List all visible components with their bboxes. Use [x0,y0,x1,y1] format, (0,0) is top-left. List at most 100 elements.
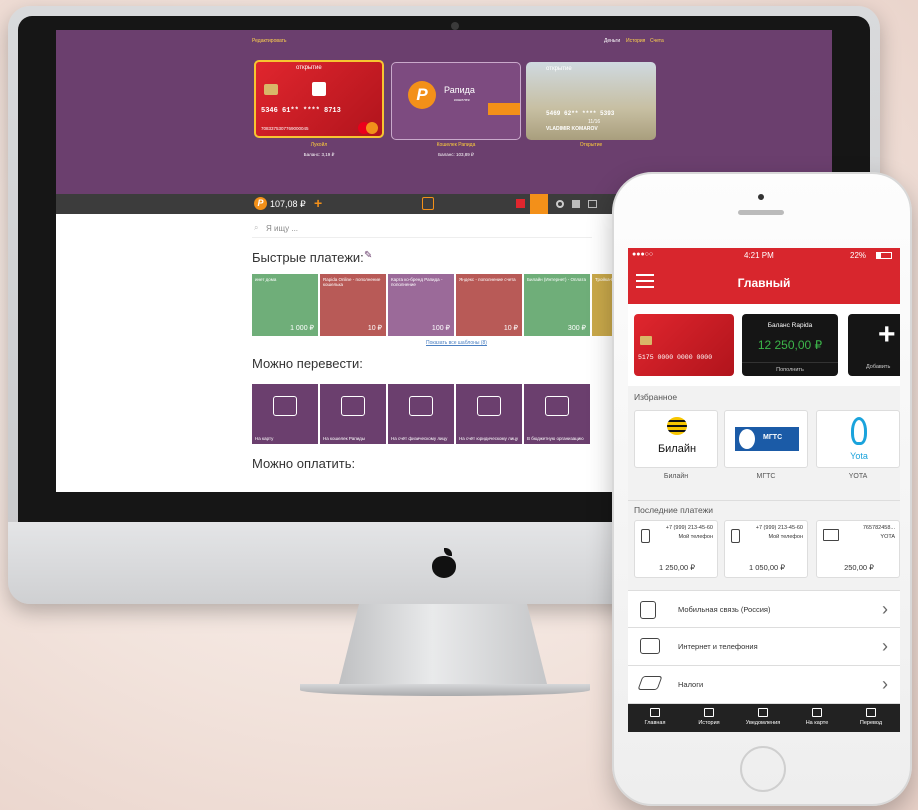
users-icon[interactable] [572,200,580,208]
card-balance: Баланс: 103,89 ₽ [438,152,474,157]
tile-amount: 100 ₽ [431,325,450,332]
tile-label: Яндекс - пополнение счета [459,277,516,282]
rapida-balance-card[interactable]: Баланс Rapida 12 250,00 ₽ Пополнить [742,314,838,376]
rapida-amount: 12 250,00 ₽ [757,338,823,352]
add-card-button[interactable]: + Добавить [848,314,900,376]
settings-icon[interactable] [556,200,564,208]
desktop-view-icon[interactable] [530,194,548,214]
favorite-mgts[interactable]: МГТС [724,410,808,468]
payment-phone: 765782458... [862,525,895,531]
transfer-to-wallet[interactable]: На кошелек Рапиды [320,384,386,444]
phone-icon [641,529,650,543]
category-label: Налоги [678,680,704,689]
phone-screen: ●●●○○ 4:21 PM 22% Главный 5175 0000 0000… [628,248,900,732]
tile-label: Rapida Online - пополнение кошелька [323,277,381,287]
edit-pencil-icon[interactable]: ✎ [364,250,372,261]
card-otkritie[interactable]: открытие 5469 62** **** 5393 11/16 VLADI… [526,62,656,140]
transfer-to-person[interactable]: На счёт физическому лицу [388,384,454,444]
category-internet[interactable]: Интернет и телефония › [628,628,900,666]
rapida-logo-icon: P [408,81,436,109]
yota-logo-text: Yota [850,451,868,461]
recent-payment[interactable]: +7 (999) 213-45-60 Мой телефон 1 050,00 … [724,520,808,578]
payment-name: YOTA [880,534,895,540]
wallet-icon[interactable] [422,197,434,210]
quick-tile[interactable]: Яндекс - пополнение счета 10 ₽ [456,274,522,336]
iphone: ●●●○○ 4:21 PM 22% Главный 5175 0000 0000… [612,172,912,806]
transfer-to-card[interactable]: На карту [252,384,318,444]
phone-speaker [738,210,784,215]
person-account-icon [409,396,433,416]
tab-transfer[interactable]: Перевод [844,704,898,732]
home-icon [650,708,660,717]
home-button[interactable] [740,746,786,792]
map-pin-icon [812,708,822,717]
phone-camera-icon [758,194,764,200]
layers-icon [637,676,663,690]
phone-icon [731,529,740,543]
tab-home[interactable]: Главная [628,704,682,732]
favorite-beeline[interactable]: Билайн [634,410,718,468]
card-expiry: 11/16 [588,119,601,125]
payment-amount: 1 050,00 ₽ [748,563,786,572]
tile-label: На счёт юридическому лицу [459,436,519,441]
quick-tile[interactable]: Rapida Online - пополнение кошелька 10 ₽ [320,274,386,336]
tab-label: История [698,720,720,726]
tab-accounts[interactable]: Счета [650,38,664,44]
mastercard-icon [358,122,378,134]
battery-percent: 22% [850,251,867,260]
yota-logo-icon [851,417,867,445]
topup-button[interactable]: + [314,195,322,211]
quick-tile[interactable]: инет дома 1 000 ₽ [252,274,318,336]
tab-money[interactable]: Деньги [604,38,620,44]
favorite-label: МГТС [756,473,776,480]
phone-icon [640,601,656,619]
transfer-to-company[interactable]: На счёт юридическому лицу [456,384,522,444]
card-label: Открытие [579,142,603,148]
search-input[interactable]: ⌕ Я ищу ... [252,220,592,238]
beeline-logo-icon [667,417,687,435]
bank-card[interactable]: 5175 0000 0000 0000 [634,314,734,376]
search-placeholder: Я ищу ... [266,224,299,233]
phone-tabbar: Главная История Уведомления На карте Пер… [628,704,900,732]
card-brand: открытие [546,66,572,72]
monitor-base [300,684,590,696]
tab-notifications[interactable]: Уведомления [736,704,790,732]
camera-icon [451,22,459,30]
card-lukoil[interactable]: открытие 5346 61** **** 8713 70833753077… [254,60,384,138]
card-brand: открытие [296,65,322,71]
category-taxes[interactable]: Налоги › [628,666,900,704]
card-view-icon[interactable] [516,199,525,208]
recent-payment[interactable]: 765782458... YOTA 250,00 ₽ [816,520,900,578]
chevron-right-icon: › [882,636,888,656]
tab-history[interactable]: История [682,704,736,732]
card-rapida-wallet[interactable]: P Рапида кошелек [391,62,521,140]
category-mobile[interactable]: Мобильная связь (Россия) › [628,590,900,628]
tab-history[interactable]: История [626,38,645,44]
tab-map[interactable]: На карте [790,704,844,732]
screen-title: Главный [737,276,791,290]
category-label: Интернет и телефония [678,642,758,651]
messages-icon[interactable] [588,200,597,208]
search-icon: ⌕ [254,223,259,232]
edit-link[interactable]: Редактировать [252,38,287,44]
payment-amount: 1 250,00 ₽ [658,563,696,572]
phone-header: ●●●○○ 4:21 PM 22% Главный [628,248,900,304]
chip-icon [640,336,652,345]
monitor-icon [823,529,839,541]
show-all-templates-link[interactable]: Показать все шаблоны (8) [426,340,487,346]
rapida-logo-icon: P [254,197,267,210]
quick-payments-title: Быстрые платежи: [252,250,364,265]
apple-logo-icon [432,548,456,578]
topup-button[interactable]: Пополнить [742,362,838,376]
card-number: 5346 61** **** 8713 [261,107,341,115]
favorite-yota[interactable]: Yota [816,410,900,468]
card-holder: VLADIMIR KOMAROV [546,126,598,132]
transfer-to-budget[interactable]: В бюджетную организацию [524,384,590,444]
quick-tile[interactable]: Билайн (Интернет) - Оплата 300 ₽ [524,274,590,336]
favorite-label: Билайн [663,473,689,480]
quick-tile[interactable]: Карта ко-бренд Рапида - пополнение 100 ₽ [388,274,454,336]
tile-amount: 10 ₽ [367,325,382,332]
recent-payment[interactable]: +7 (999) 213-45-60 Мой телефон 1 250,00 … [634,520,718,578]
favorites-title: Избранное [628,388,900,406]
chevron-right-icon: › [882,674,888,694]
